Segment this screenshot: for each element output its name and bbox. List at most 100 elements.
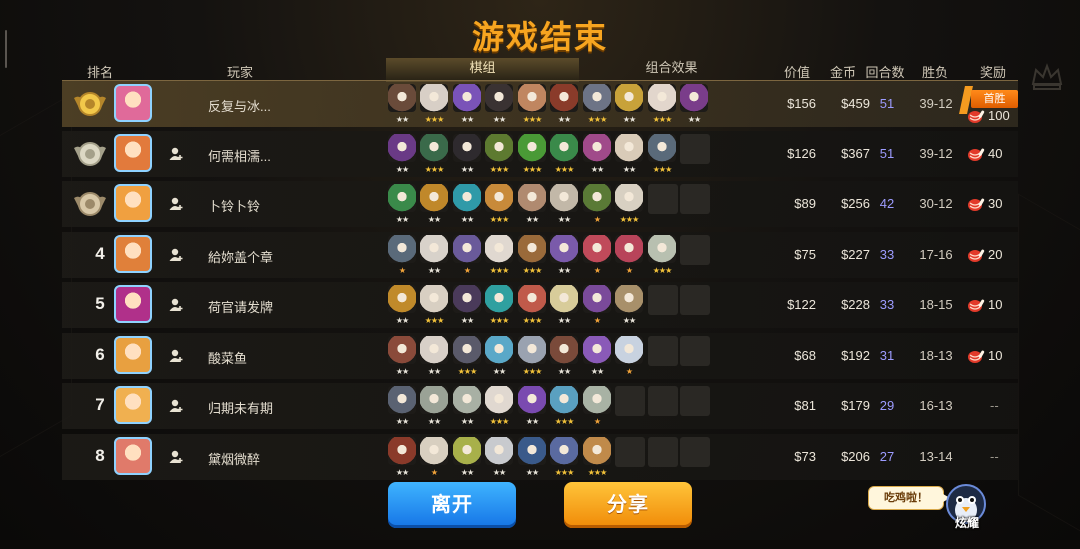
brag-label[interactable]: 炫耀 — [946, 514, 988, 531]
player-name: 何需相濡... — [208, 149, 271, 164]
star-rating: ★★★ — [457, 367, 478, 376]
chess-piece[interactable] — [388, 134, 416, 162]
avatar[interactable] — [114, 336, 152, 374]
avatar[interactable] — [114, 437, 152, 475]
chess-piece[interactable] — [388, 437, 416, 465]
chess-piece[interactable] — [583, 285, 611, 313]
chess-piece[interactable] — [550, 386, 578, 414]
chess-piece[interactable] — [485, 235, 513, 263]
chess-piece[interactable] — [550, 84, 578, 112]
chess-piece[interactable] — [453, 437, 481, 465]
chess-piece[interactable] — [420, 285, 448, 313]
table-row[interactable]: 5 荷官请发牌 ★★ ★★★ ★★ ★★★ ★★★ ★★ ★ ★★ $122 $228 33 18-15 1… — [62, 282, 1018, 328]
chess-piece[interactable] — [550, 235, 578, 263]
chess-piece[interactable] — [485, 386, 513, 414]
chess-piece[interactable] — [388, 184, 416, 212]
tab-combo-effects[interactable]: 组合效果 — [600, 58, 743, 80]
chess-piece[interactable] — [420, 336, 448, 364]
chess-piece[interactable] — [583, 386, 611, 414]
chess-piece[interactable] — [583, 235, 611, 263]
chess-piece[interactable] — [485, 336, 513, 364]
chess-piece[interactable] — [615, 336, 643, 364]
chess-piece[interactable] — [420, 386, 448, 414]
chess-piece[interactable] — [388, 84, 416, 112]
gold-value: $179 — [841, 398, 870, 413]
chess-piece[interactable] — [550, 285, 578, 313]
chess-piece[interactable] — [420, 184, 448, 212]
chess-piece[interactable] — [453, 336, 481, 364]
chess-piece[interactable] — [388, 336, 416, 364]
tab-lineup[interactable]: 棋组 — [386, 58, 579, 82]
avatar[interactable] — [114, 84, 152, 122]
chess-piece[interactable] — [583, 134, 611, 162]
table-row[interactable]: 卜铃卜铃 ★★ ★★ ★★ ★★★ ★★ ★★ ★ ★★★ $89 $256 42 30-12 30 — [62, 181, 1018, 227]
chess-piece[interactable] — [680, 84, 708, 112]
reward: -- — [964, 449, 1020, 465]
chess-piece[interactable] — [615, 84, 643, 112]
chess-piece[interactable] — [453, 285, 481, 313]
chess-piece[interactable] — [420, 437, 448, 465]
chess-piece[interactable] — [420, 84, 448, 112]
chess-piece[interactable] — [615, 184, 643, 212]
chess-piece[interactable] — [485, 184, 513, 212]
chess-piece[interactable] — [550, 134, 578, 162]
chess-piece[interactable] — [518, 184, 546, 212]
add-friend-icon[interactable] — [168, 297, 184, 313]
add-friend-icon[interactable] — [168, 398, 184, 414]
chess-piece[interactable] — [453, 235, 481, 263]
chess-piece[interactable] — [453, 386, 481, 414]
chess-piece[interactable] — [648, 235, 676, 263]
chess-piece[interactable] — [583, 84, 611, 112]
chess-piece[interactable] — [550, 336, 578, 364]
table-row[interactable]: 反复与冰... ★★ ★★★ ★★ ★★ ★★★ ★★ ★★★ ★★ ★★★ ★★ $156 $459 5… — [62, 80, 1018, 127]
chess-piece[interactable] — [420, 235, 448, 263]
chess-piece[interactable] — [485, 84, 513, 112]
chess-piece[interactable] — [388, 386, 416, 414]
chess-piece[interactable] — [485, 437, 513, 465]
add-friend-icon[interactable] — [168, 196, 184, 212]
chess-piece[interactable] — [453, 184, 481, 212]
chess-piece[interactable] — [648, 84, 676, 112]
chess-piece[interactable] — [615, 134, 643, 162]
chess-piece[interactable] — [615, 285, 643, 313]
chess-piece[interactable] — [583, 184, 611, 212]
share-button[interactable]: 分享 — [564, 482, 692, 528]
table-row[interactable]: 7 归期未有期 ★★ ★★ ★★ ★★★ ★★ ★★★ ★ $81 $179 29 16-13 -- — [62, 383, 1018, 429]
chess-piece[interactable] — [485, 134, 513, 162]
chess-piece[interactable] — [518, 134, 546, 162]
chess-piece[interactable] — [583, 336, 611, 364]
chess-piece[interactable] — [453, 84, 481, 112]
chess-piece[interactable] — [518, 235, 546, 263]
chess-piece[interactable] — [518, 285, 546, 313]
chess-piece[interactable] — [485, 285, 513, 313]
avatar[interactable] — [114, 134, 152, 172]
chess-piece[interactable] — [550, 184, 578, 212]
chess-piece[interactable] — [518, 336, 546, 364]
chess-piece[interactable] — [388, 285, 416, 313]
table-row[interactable]: 4 給妳盖个章 ★ ★★ ★ ★★★ ★★★ ★★ ★ ★ ★★★ $75 $227 33 17-16 20 — [62, 232, 1018, 278]
leave-button[interactable]: 离开 — [388, 482, 516, 528]
chess-piece[interactable] — [550, 437, 578, 465]
chess-piece[interactable] — [420, 134, 448, 162]
avatar[interactable] — [114, 184, 152, 222]
chess-piece[interactable] — [583, 437, 611, 465]
chess-piece[interactable] — [453, 134, 481, 162]
empty-slot — [680, 336, 710, 366]
table-row[interactable]: 何需相濡... ★★ ★★★ ★★ ★★★ ★★★ ★★★ ★★ ★★ ★★★ $126 $367 51… — [62, 131, 1018, 177]
add-friend-icon[interactable] — [168, 247, 184, 263]
add-friend-icon[interactable] — [168, 449, 184, 465]
avatar[interactable] — [114, 235, 152, 273]
add-friend-icon[interactable] — [168, 348, 184, 364]
price-value: $81 — [794, 398, 816, 413]
add-friend-icon[interactable] — [168, 146, 184, 162]
avatar[interactable] — [114, 386, 152, 424]
table-row[interactable]: 8 黛烟微醉 ★★ ★ ★★ ★★ ★★ ★★★ ★★★ $73 $206 27 13-14 -- — [62, 434, 1018, 480]
chess-piece[interactable] — [518, 386, 546, 414]
chess-piece[interactable] — [388, 235, 416, 263]
avatar[interactable] — [114, 285, 152, 323]
table-row[interactable]: 6 酸菜鱼 ★★ ★★ ★★★ ★★ ★★★ ★★ ★★ ★ $68 $192 31 18-13 10 — [62, 333, 1018, 379]
chess-piece[interactable] — [518, 84, 546, 112]
chess-piece[interactable] — [518, 437, 546, 465]
chess-piece[interactable] — [615, 235, 643, 263]
chess-piece[interactable] — [648, 134, 676, 162]
